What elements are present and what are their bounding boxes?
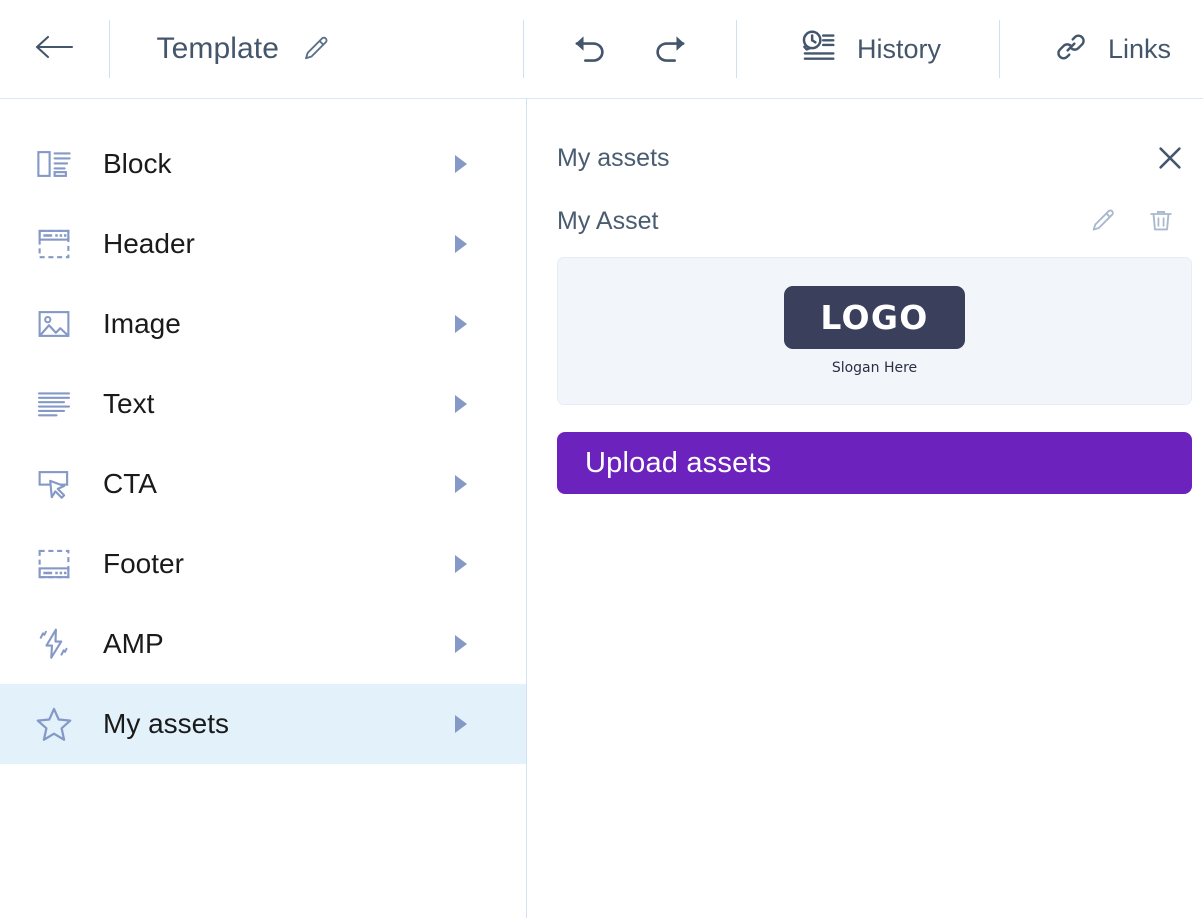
asset-preview-card[interactable]: LOGO Slogan Here bbox=[557, 257, 1192, 405]
sidebar-item-label: Image bbox=[103, 308, 181, 339]
caret-right-icon bbox=[452, 315, 470, 333]
history-label: History bbox=[856, 33, 941, 64]
header-layout-icon bbox=[33, 224, 75, 264]
caret-right-icon bbox=[452, 235, 470, 253]
redo-arrow-icon[interactable] bbox=[652, 32, 690, 66]
close-x-icon[interactable] bbox=[1147, 135, 1193, 181]
cta-cursor-icon bbox=[33, 464, 75, 504]
asset-name: My Asset bbox=[557, 206, 659, 235]
sidebar-item-label: Text bbox=[103, 388, 155, 419]
pencil-icon[interactable] bbox=[301, 34, 331, 64]
panel-header: My assets bbox=[557, 99, 1198, 195]
star-icon bbox=[33, 703, 75, 745]
footer-layout-icon bbox=[33, 544, 75, 584]
sidebar-item-header[interactable]: Header bbox=[0, 204, 526, 284]
links-label: Links bbox=[1107, 33, 1171, 64]
sidebar-item-label: Header bbox=[103, 228, 195, 259]
page-title: Template bbox=[156, 32, 280, 65]
sidebar-item-label: CTA bbox=[103, 468, 157, 499]
sidebar-item-label: My assets bbox=[103, 708, 230, 739]
undo-arrow-icon[interactable] bbox=[570, 32, 608, 66]
my-assets-panel: My assets My Asset LOGO Slogan Here Uplo… bbox=[527, 99, 1203, 918]
sidebar-item-text[interactable]: Text bbox=[0, 364, 526, 444]
logo-badge: LOGO bbox=[784, 286, 965, 349]
asset-actions bbox=[1089, 207, 1175, 235]
caret-right-icon bbox=[452, 715, 470, 733]
logo-text: LOGO bbox=[820, 298, 929, 337]
editor-body: Block Header Image Text CTA Footer AMP M… bbox=[0, 99, 1203, 918]
text-lines-icon bbox=[33, 384, 75, 424]
image-picture-icon bbox=[33, 304, 75, 344]
caret-right-icon bbox=[452, 555, 470, 573]
amp-lightning-icon bbox=[33, 624, 75, 664]
back-button[interactable] bbox=[0, 0, 109, 98]
upload-assets-label: Upload assets bbox=[585, 446, 772, 479]
sidebar-item-my-assets[interactable]: My assets bbox=[0, 684, 526, 764]
caret-right-icon bbox=[452, 395, 470, 413]
pencil-icon[interactable] bbox=[1089, 207, 1117, 235]
caret-right-icon bbox=[452, 155, 470, 173]
history-button[interactable]: History bbox=[737, 28, 999, 71]
logo-slogan: Slogan Here bbox=[831, 360, 918, 376]
top-toolbar: Template History Links bbox=[0, 0, 1203, 99]
sidebar-item-label: Footer bbox=[103, 548, 184, 579]
undo-redo-group bbox=[524, 32, 736, 66]
caret-right-icon bbox=[452, 635, 470, 653]
panel-title: My assets bbox=[557, 143, 670, 172]
sidebar-item-footer[interactable]: Footer bbox=[0, 524, 526, 604]
caret-right-icon bbox=[452, 475, 470, 493]
upload-assets-button[interactable]: Upload assets bbox=[557, 432, 1192, 494]
sidebar-item-amp[interactable]: AMP bbox=[0, 604, 526, 684]
sidebar-item-block[interactable]: Block bbox=[0, 124, 526, 204]
template-title-group: Template bbox=[110, 32, 356, 66]
component-sidebar: Block Header Image Text CTA Footer AMP M… bbox=[0, 99, 527, 918]
link-chain-icon bbox=[1054, 30, 1088, 69]
sidebar-item-label: AMP bbox=[103, 628, 164, 659]
sidebar-item-image[interactable]: Image bbox=[0, 284, 526, 364]
arrow-left-icon bbox=[34, 33, 74, 66]
history-clock-list-icon bbox=[799, 28, 837, 71]
block-layout-icon bbox=[33, 144, 75, 184]
asset-row-header: My Asset bbox=[557, 195, 1198, 247]
trash-icon[interactable] bbox=[1147, 207, 1175, 235]
template-editor-app: Template History Links Block Header Imag… bbox=[0, 0, 1203, 918]
links-button[interactable]: Links bbox=[1000, 30, 1203, 69]
sidebar-item-cta[interactable]: CTA bbox=[0, 444, 526, 524]
sidebar-item-label: Block bbox=[103, 148, 172, 179]
